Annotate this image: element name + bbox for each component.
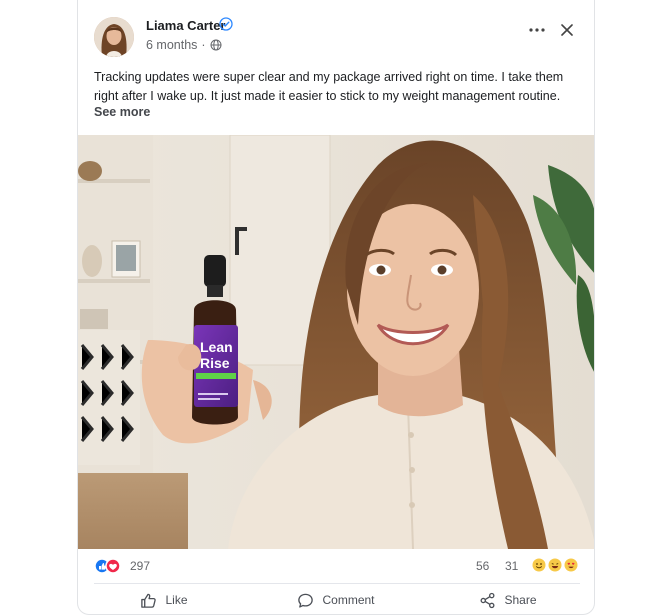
- like-label: Like: [165, 593, 188, 607]
- post-meta: 6 months ·: [146, 38, 222, 52]
- verified-badge-icon: [219, 17, 233, 31]
- reactions-summary: 297 56 31: [78, 549, 594, 583]
- bottle-brand-line1: Lean: [200, 339, 233, 355]
- close-button[interactable]: [557, 20, 577, 40]
- like-button[interactable]: Like: [78, 585, 250, 614]
- meta-separator: ·: [201, 38, 206, 52]
- action-bar: Like Comment Share: [78, 585, 594, 614]
- comment-label: Comment: [322, 593, 375, 607]
- laugh-emoji-icon: [548, 558, 562, 572]
- avatar[interactable]: [94, 17, 134, 57]
- reaction-icons[interactable]: [94, 558, 122, 574]
- share-button[interactable]: Share: [422, 585, 594, 614]
- emoji-reactions[interactable]: [532, 558, 578, 572]
- post-header: Liama Carter 6 months ·: [78, 0, 594, 68]
- action-divider: [94, 583, 580, 584]
- more-options-button[interactable]: [526, 20, 548, 40]
- thumbs-up-icon: [141, 593, 157, 608]
- speech-bubble-icon: [298, 593, 314, 608]
- share-count[interactable]: 31: [505, 559, 518, 573]
- bottle-brand-line2: Rise: [200, 355, 230, 371]
- post-photo[interactable]: Lean Rise: [78, 135, 594, 549]
- share-nodes-icon: [480, 592, 495, 608]
- globe-icon: [210, 39, 222, 51]
- post-time[interactable]: 6 months: [146, 38, 197, 52]
- see-more-link[interactable]: See more: [94, 105, 150, 119]
- heart-eyes-emoji-icon: [564, 558, 578, 572]
- post-card: Liama Carter 6 months · Tracking updates…: [77, 0, 595, 615]
- more-dots-icon: [529, 28, 545, 32]
- close-icon: [561, 24, 573, 36]
- post-text: Tracking updates were super clear and my…: [94, 70, 564, 103]
- comment-count[interactable]: 56: [476, 559, 489, 573]
- comment-button[interactable]: Comment: [250, 585, 422, 614]
- share-label: Share: [504, 593, 537, 607]
- reaction-count[interactable]: 297: [130, 559, 150, 573]
- author-name[interactable]: Liama Carter: [146, 18, 225, 33]
- smile-emoji-icon: [532, 558, 546, 572]
